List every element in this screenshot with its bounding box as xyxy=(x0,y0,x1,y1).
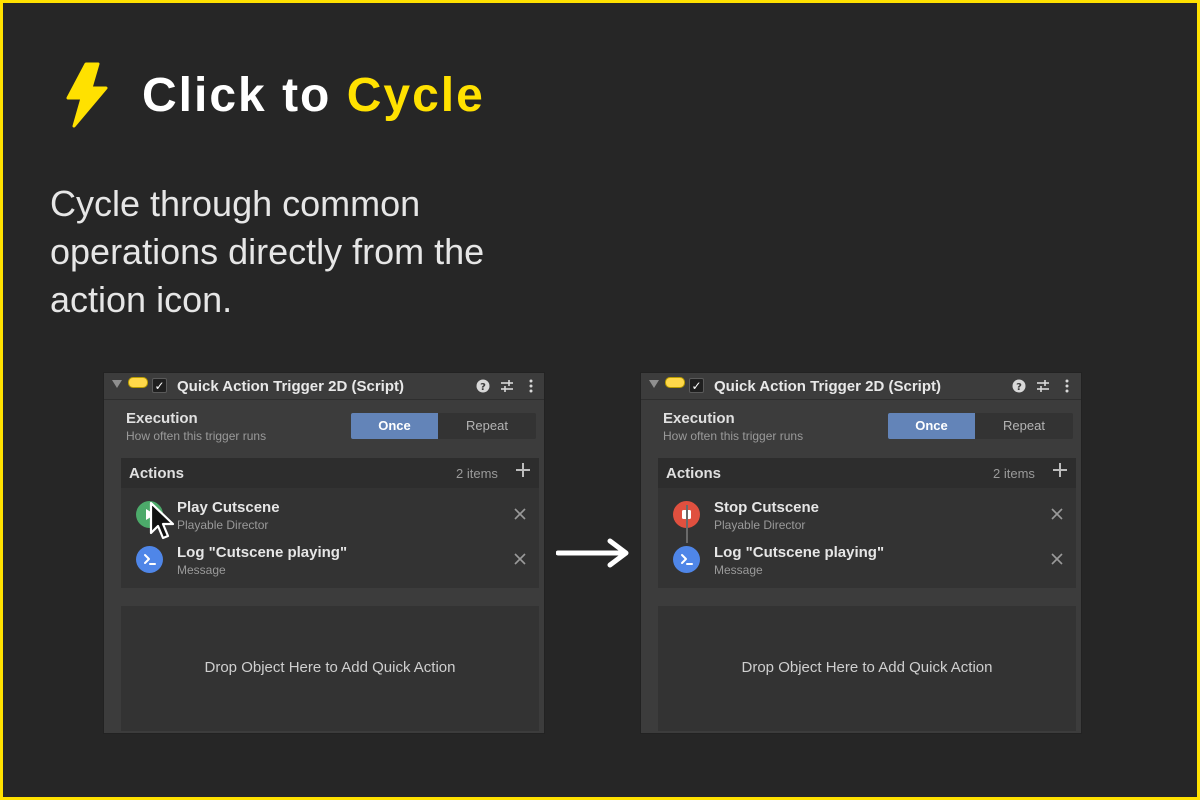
execution-description: How often this trigger runs xyxy=(663,429,804,443)
title-accent: Cycle xyxy=(346,68,485,122)
drop-zone-text: Drop Object Here to Add Quick Action xyxy=(204,659,456,676)
lightning-bolt-icon xyxy=(66,62,108,128)
action-subtitle: Message xyxy=(177,563,226,577)
remove-action-icon[interactable] xyxy=(514,553,526,565)
execution-toggle: Once Repeat xyxy=(888,413,1073,439)
action-cycle-button[interactable] xyxy=(136,546,163,573)
preset-sliders-icon[interactable] xyxy=(1035,378,1051,394)
action-row-log[interactable]: Log "Cutscene playing" Message xyxy=(658,540,1076,580)
execution-description: How often this trigger runs xyxy=(126,429,267,443)
component-title: Quick Action Trigger 2D (Script) xyxy=(177,378,404,395)
help-icon[interactable]: ? xyxy=(475,378,491,394)
actions-header: Actions 2 items xyxy=(658,458,1076,488)
svg-text:?: ? xyxy=(1016,382,1022,393)
drop-zone[interactable]: Drop Object Here to Add Quick Action xyxy=(121,606,539,731)
action-subtitle: Playable Director xyxy=(177,518,269,532)
option-once[interactable]: Once xyxy=(351,413,438,439)
help-icon[interactable]: ? xyxy=(1011,378,1027,394)
inspector-panel-before: ✓ Quick Action Trigger 2D (Script) ? Exe… xyxy=(103,372,545,734)
option-repeat[interactable]: Repeat xyxy=(975,413,1073,439)
actions-count: 2 items xyxy=(993,466,1035,481)
actions-list: Actions 2 items Play Cutscene Playable D… xyxy=(121,458,539,588)
enabled-checkbox[interactable]: ✓ xyxy=(152,378,167,393)
drop-zone-text: Drop Object Here to Add Quick Action xyxy=(741,659,993,676)
hero-subtitle: Cycle through common operations directly… xyxy=(50,183,485,320)
action-cycle-button[interactable] xyxy=(673,546,700,573)
action-connector-line xyxy=(686,505,688,543)
title-main: Click to xyxy=(142,68,347,122)
arrow-right-icon xyxy=(556,538,629,568)
remove-action-icon[interactable] xyxy=(1051,508,1063,520)
component-capsule-icon xyxy=(665,377,685,388)
actions-header: Actions 2 items xyxy=(121,458,539,488)
execution-label: Execution xyxy=(663,410,735,427)
inspector-panel-after: ✓ Quick Action Trigger 2D (Script) ? Exe… xyxy=(640,372,1082,734)
remove-action-icon[interactable] xyxy=(514,508,526,520)
actions-count: 2 items xyxy=(456,466,498,481)
action-title: Play Cutscene xyxy=(177,499,280,516)
kebab-menu-icon[interactable] xyxy=(1059,378,1075,394)
component-header: ✓ Quick Action Trigger 2D (Script) ? xyxy=(104,373,544,400)
component-title: Quick Action Trigger 2D (Script) xyxy=(714,378,941,395)
add-action-icon[interactable] xyxy=(1052,462,1068,478)
execution-toggle: Once Repeat xyxy=(351,413,536,439)
option-repeat[interactable]: Repeat xyxy=(438,413,536,439)
terminal-icon xyxy=(681,554,693,565)
drop-zone[interactable]: Drop Object Here to Add Quick Action xyxy=(658,606,1076,731)
action-row-play[interactable]: Play Cutscene Playable Director xyxy=(121,495,539,535)
enabled-checkbox[interactable]: ✓ xyxy=(689,378,704,393)
actions-title: Actions xyxy=(129,465,185,482)
collapse-caret-icon[interactable] xyxy=(649,380,659,388)
action-title: Log "Cutscene playing" xyxy=(177,544,348,561)
action-row-stop[interactable]: Stop Cutscene Playable Director xyxy=(658,495,1076,535)
component-capsule-icon xyxy=(128,377,148,388)
actions-title: Actions xyxy=(666,465,722,482)
component-header: ✓ Quick Action Trigger 2D (Script) ? xyxy=(641,373,1081,400)
action-subtitle: Playable Director xyxy=(714,518,806,532)
action-row-log[interactable]: Log "Cutscene playing" Message xyxy=(121,540,539,580)
hero-title: Click to Cycle xyxy=(142,68,485,123)
add-action-icon[interactable] xyxy=(515,462,531,478)
action-title: Stop Cutscene xyxy=(714,499,820,516)
hero-heading: Click to Cycle xyxy=(62,62,485,128)
terminal-icon xyxy=(144,554,156,565)
option-once[interactable]: Once xyxy=(888,413,975,439)
execution-label: Execution xyxy=(126,410,198,427)
collapse-caret-icon[interactable] xyxy=(112,380,122,388)
svg-text:?: ? xyxy=(480,382,486,393)
preset-sliders-icon[interactable] xyxy=(499,378,515,394)
actions-list: Actions 2 items Stop Cutscene Playable D… xyxy=(658,458,1076,588)
action-subtitle: Message xyxy=(714,563,763,577)
remove-action-icon[interactable] xyxy=(1051,553,1063,565)
action-title: Log "Cutscene playing" xyxy=(714,544,885,561)
mouse-cursor-icon xyxy=(149,501,175,540)
kebab-menu-icon[interactable] xyxy=(523,378,539,394)
